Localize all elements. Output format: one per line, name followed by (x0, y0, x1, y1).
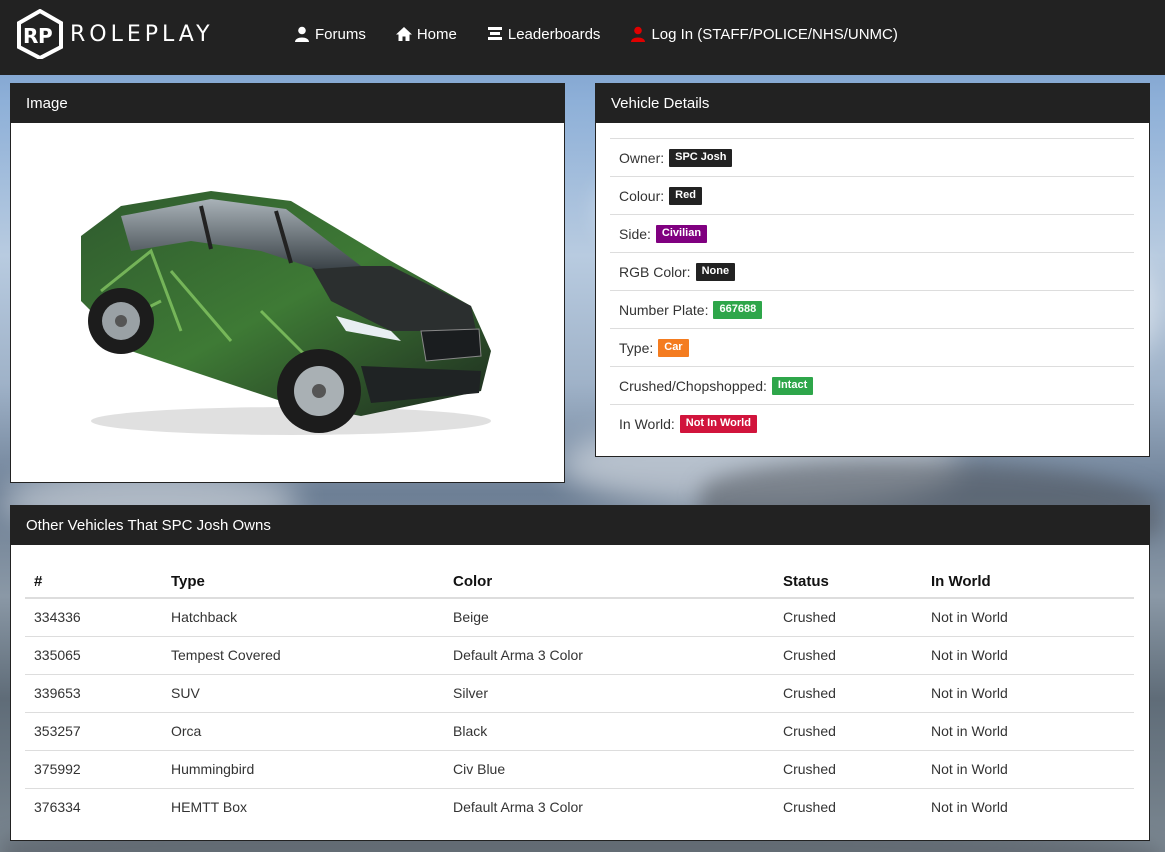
brand-name: ROLEPLAY (70, 21, 214, 47)
cell-color: Default Arma 3 Color (444, 787, 774, 826)
table-row[interactable]: 376334 HEMTT Box Default Arma 3 Color Cr… (25, 787, 1134, 826)
detail-label: In World: (619, 415, 675, 432)
detail-label: Type: (619, 339, 654, 356)
in-world-badge: Not In World (679, 414, 757, 433)
detail-label: RGB Color: (619, 263, 691, 280)
svg-text:P: P (38, 24, 53, 48)
vehicle-details-title: Vehicle Details (596, 84, 1149, 123)
brand-logo[interactable]: R P ROLEPLAY (16, 9, 214, 59)
cell-color: Default Arma 3 Color (444, 635, 774, 674)
cell-in-world: Not in World (922, 787, 1134, 826)
detail-label: Crushed/Chopshopped: (619, 377, 767, 394)
detail-number-plate: Number Plate: 667688 (610, 290, 1134, 328)
col-id[interactable]: # (25, 565, 162, 599)
detail-crushed: Crushed/Chopshopped: Intact (610, 366, 1134, 404)
detail-label: Side: (619, 225, 651, 242)
cell-status: Crushed (774, 711, 922, 750)
list-icon (487, 27, 502, 40)
nav-forums[interactable]: Forums (294, 26, 366, 43)
cell-in-world: Not in World (922, 597, 1134, 636)
nav-home[interactable]: Home (395, 25, 457, 43)
nav-leaderboards-label: Leaderboards (507, 25, 601, 43)
side-badge: Civilian (655, 224, 708, 243)
col-in-world[interactable]: In World (922, 565, 1134, 599)
other-vehicles-title: Other Vehicles That SPC Josh Owns (11, 506, 1149, 545)
cell-type: HEMTT Box (162, 787, 444, 826)
cell-color: Silver (444, 673, 774, 712)
detail-owner: Owner: SPC Josh (610, 138, 1134, 176)
home-icon (395, 27, 412, 41)
cell-id: 375992 (25, 749, 162, 788)
rp-logo-icon: R P (17, 9, 63, 59)
table-row[interactable]: 375992 Hummingbird Civ Blue Crushed Not … (25, 749, 1134, 788)
image-panel-title: Image (11, 84, 564, 123)
cell-type: Hummingbird (162, 749, 444, 788)
vehicle-details-panel: Vehicle Details Owner: SPC Josh Colour: … (595, 83, 1150, 457)
number-plate-badge: 667688 (713, 300, 763, 319)
cell-type: Tempest Covered (162, 635, 444, 674)
user-icon (295, 26, 309, 42)
cell-type: SUV (162, 673, 444, 712)
rgb-color-badge: None (695, 262, 736, 281)
table-row[interactable]: 339653 SUV Silver Crushed Not in World (25, 673, 1134, 712)
detail-label: Number Plate: (619, 301, 709, 318)
cell-in-world: Not in World (922, 749, 1134, 788)
cell-status: Crushed (774, 749, 922, 788)
cell-in-world: Not in World (922, 711, 1134, 750)
owner-badge: SPC Josh (669, 148, 733, 167)
cell-id: 339653 (25, 673, 162, 712)
cell-id: 376334 (25, 787, 162, 826)
cell-color: Beige (444, 597, 774, 636)
cell-status: Crushed (774, 635, 922, 674)
nav-login-label: Log In (STAFF/POLICE/NHS/UNMC) (651, 25, 898, 43)
top-navbar: R P ROLEPLAY Forums Home Leaderboards Lo… (0, 0, 1165, 75)
col-color[interactable]: Color (444, 565, 774, 599)
nav-forums-label: Forums (315, 25, 366, 43)
main-nav: Forums Home Leaderboards Log In (STAFF/P… (294, 0, 928, 68)
detail-rgb-color: RGB Color: None (610, 252, 1134, 290)
cell-status: Crushed (774, 597, 922, 636)
user-icon (631, 26, 646, 42)
svg-text:R: R (23, 24, 38, 48)
nav-login[interactable]: Log In (STAFF/POLICE/NHS/UNMC) (630, 25, 898, 43)
other-vehicles-table: # Type Color Status In World 334336 Hatc… (25, 565, 1134, 826)
other-vehicles-panel: Other Vehicles That SPC Josh Owns # Type… (10, 505, 1150, 841)
col-type[interactable]: Type (162, 565, 444, 599)
nav-leaderboards[interactable]: Leaderboards (487, 25, 601, 43)
vehicle-details-list: Owner: SPC Josh Colour: Red Side: Civili… (610, 138, 1134, 442)
cell-id: 353257 (25, 711, 162, 750)
type-badge: Car (658, 338, 689, 357)
detail-type: Type: Car (610, 328, 1134, 366)
vehicle-image (61, 181, 501, 441)
cell-status: Crushed (774, 787, 922, 826)
col-status[interactable]: Status (774, 565, 922, 599)
detail-label: Owner: (619, 149, 665, 166)
table-header-row: # Type Color Status In World (25, 565, 1134, 599)
cell-id: 334336 (25, 597, 162, 636)
cell-status: Crushed (774, 673, 922, 712)
cell-color: Black (444, 711, 774, 750)
image-panel: Image (10, 83, 565, 483)
detail-label: Colour: (619, 187, 665, 204)
detail-in-world: In World: Not In World (610, 404, 1134, 442)
crushed-badge: Intact (771, 376, 814, 395)
table-row[interactable]: 334336 Hatchback Beige Crushed Not in Wo… (25, 597, 1134, 636)
table-row[interactable]: 335065 Tempest Covered Default Arma 3 Co… (25, 635, 1134, 674)
detail-side: Side: Civilian (610, 214, 1134, 252)
cell-id: 335065 (25, 635, 162, 674)
cell-in-world: Not in World (922, 673, 1134, 712)
table-row[interactable]: 353257 Orca Black Crushed Not in World (25, 711, 1134, 750)
nav-home-label: Home (416, 25, 457, 43)
colour-badge: Red (669, 186, 702, 205)
cell-in-world: Not in World (922, 635, 1134, 674)
cell-type: Orca (162, 711, 444, 750)
detail-colour: Colour: Red (610, 176, 1134, 214)
cell-type: Hatchback (162, 597, 444, 636)
cell-color: Civ Blue (444, 749, 774, 788)
